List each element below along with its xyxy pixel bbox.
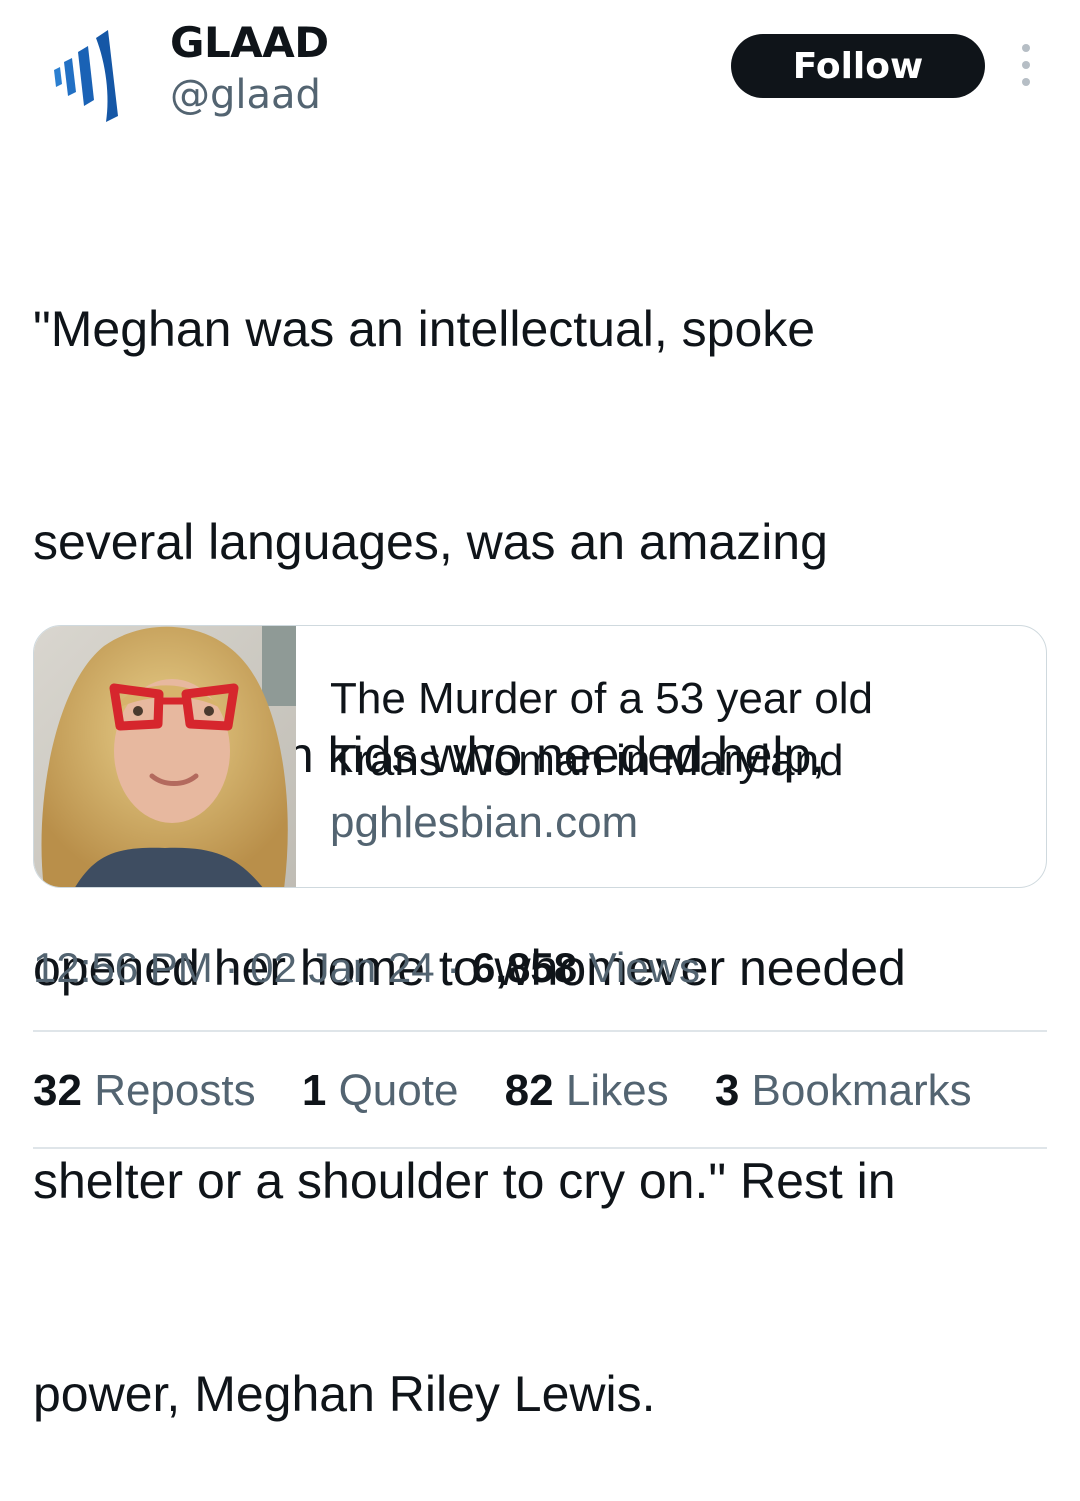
portrait-photo: [34, 626, 296, 887]
link-card-title-line: The Murder of a 53 year old: [330, 674, 873, 723]
tweet-text-line: shelter or a shoulder to cry on." Rest i…: [33, 1153, 896, 1209]
meta-separator: ·: [224, 944, 239, 991]
more-dot: [1022, 44, 1030, 52]
divider: [33, 1147, 1047, 1149]
bookmarks-stat[interactable]: 3 Bookmarks: [715, 1066, 972, 1115]
quotes-stat[interactable]: 1 Quote: [302, 1066, 459, 1115]
tweet-time[interactable]: 12:56 PM: [33, 944, 213, 991]
tweet-text-line: several languages, was an amazing: [33, 514, 828, 570]
link-card-thumbnail: [34, 626, 296, 887]
author-handle[interactable]: @glaad: [170, 72, 321, 118]
tweet-text-line: power, Meghan Riley Lewis.: [33, 1366, 656, 1422]
link-card-domain: pghlesbian.com: [330, 798, 639, 847]
reposts-stat[interactable]: 32 Reposts: [33, 1066, 256, 1115]
author-display-name[interactable]: GLAAD: [170, 18, 329, 67]
likes-label: Likes: [565, 1066, 669, 1115]
bookmarks-count: 3: [714, 1066, 740, 1115]
more-dot: [1022, 61, 1030, 69]
follow-button[interactable]: Follow: [731, 34, 985, 98]
views-label: Views: [588, 944, 701, 991]
meta-separator: ·: [446, 944, 461, 991]
likes-count: 82: [504, 1066, 554, 1115]
quotes-label: Quote: [338, 1066, 459, 1115]
link-card-title-line: Trans Woman in Maryland: [330, 736, 844, 785]
more-dot: [1022, 78, 1030, 86]
bookmarks-label: Bookmarks: [751, 1066, 972, 1115]
divider: [33, 1030, 1047, 1032]
engagement-stats: 32 Reposts 1 Quote 82 Likes 3 Bookmarks: [33, 1066, 1006, 1116]
reposts-label: Reposts: [94, 1066, 256, 1115]
views-count: 6,858: [471, 944, 578, 991]
tweet-text-line: "Meghan was an intellectual, spoke: [33, 301, 816, 357]
tweet-date[interactable]: 02 Jan 24: [250, 944, 435, 991]
glaad-logo-icon[interactable]: [44, 26, 128, 126]
tweet-meta: 12:56 PM · 02 Jan 24 · 6,858 Views: [33, 944, 700, 992]
link-preview-card[interactable]: The Murder of a 53 year old Trans Woman …: [33, 625, 1047, 888]
likes-stat[interactable]: 82 Likes: [505, 1066, 669, 1115]
more-options-icon[interactable]: [1014, 44, 1038, 86]
reposts-count: 32: [33, 1066, 82, 1115]
link-card-text: The Murder of a 53 year old Trans Woman …: [330, 668, 1030, 854]
glaad-signal-logo: [54, 30, 118, 122]
quotes-count: 1: [301, 1066, 327, 1115]
